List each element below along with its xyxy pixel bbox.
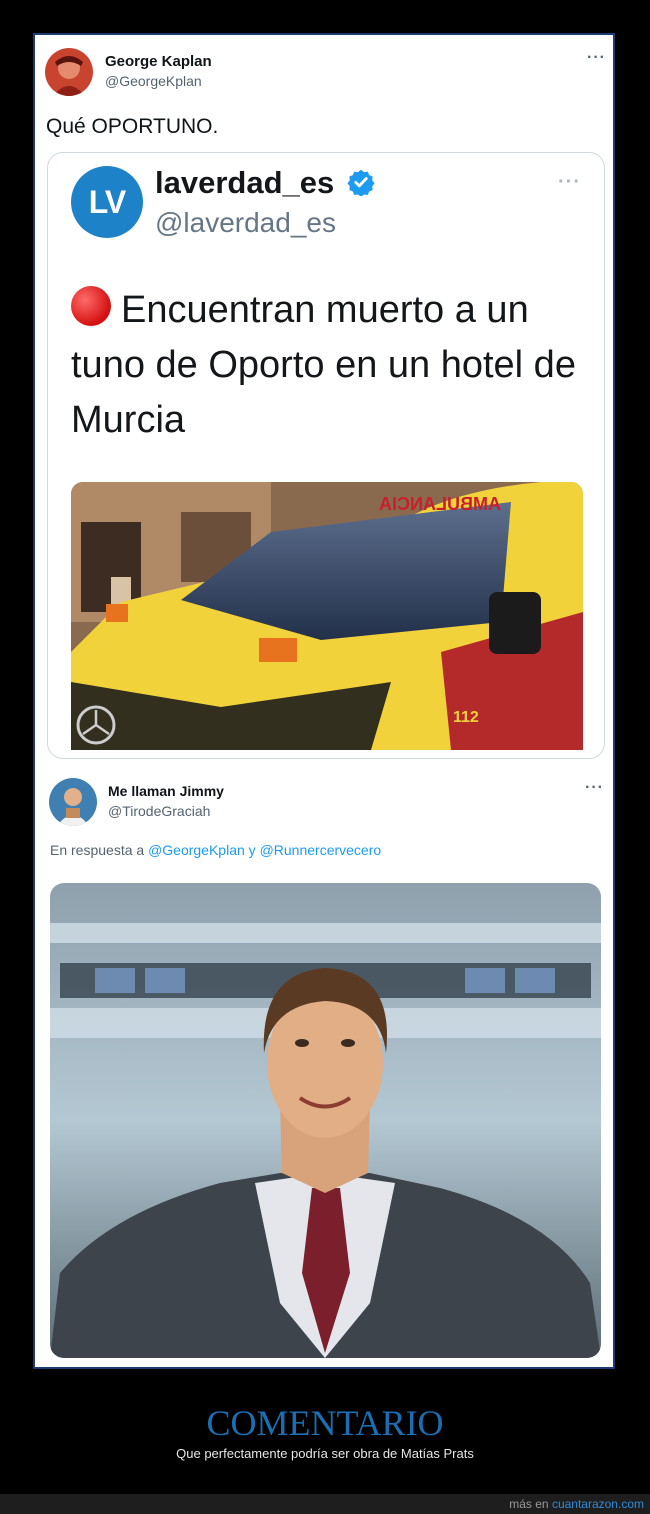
footer-text: más en cuantarazon.com — [509, 1497, 644, 1511]
quoted-more-icon[interactable]: ··· — [558, 171, 581, 194]
quoted-headline: Encuentran muerto a un tuno de Oporto en… — [71, 283, 591, 448]
reply-author-name[interactable]: Me llaman Jimmy — [108, 783, 224, 799]
footer-bar: más en cuantarazon.com — [0, 1494, 650, 1514]
ambulance-sign-text: AMBULANCIA — [379, 494, 501, 514]
george-kaplan-avatar[interactable] — [45, 48, 93, 96]
reply-to-line: En respuesta a @GeorgeKplan y @Runnercer… — [50, 842, 382, 858]
red-circle-icon — [71, 286, 111, 326]
comment-title: COMENTARIO — [206, 1403, 444, 1443]
tweet-text: Qué OPORTUNO. — [46, 115, 219, 138]
avatar-image-icon — [45, 48, 93, 96]
tweet-author-handle[interactable]: @GeorgeKplan — [105, 73, 202, 89]
quoted-author-handle[interactable]: @laverdad_es — [155, 207, 336, 239]
mention-runnercervecero[interactable]: @Runnercervecero — [260, 842, 382, 858]
ambulance-number-text: 112 — [453, 709, 479, 726]
news-anchor-photo[interactable] — [50, 883, 601, 1358]
footer-site-link[interactable]: cuantarazon.com — [552, 1497, 644, 1511]
ambulance-image-icon: AMBULANCIA 112 — [71, 482, 583, 750]
me-llaman-jimmy-avatar[interactable] — [49, 778, 97, 826]
reply-more-icon[interactable]: ··· — [585, 779, 604, 797]
quoted-tweet-card[interactable]: LV laverdad_es @laverdad_es ··· Encuentr… — [47, 152, 605, 759]
laverdad-logo[interactable]: LV — [71, 166, 143, 238]
ambulance-photo[interactable]: AMBULANCIA 112 — [71, 482, 583, 750]
quoted-author-name[interactable]: laverdad_es — [155, 165, 375, 201]
tweet-screenshot-frame: George Kaplan @GeorgeKplan ··· Qué OPORT… — [33, 33, 615, 1369]
verified-icon — [347, 169, 375, 197]
avatar-image-icon — [49, 778, 97, 826]
mention-george-kaplan[interactable]: @GeorgeKplan — [148, 842, 245, 858]
comment-text: Que perfectamente podría ser obra de Mat… — [176, 1446, 474, 1461]
tweet-author-name[interactable]: George Kaplan — [105, 53, 212, 70]
more-icon[interactable]: ··· — [587, 49, 606, 67]
reply-author-handle[interactable]: @TirodeGraciah — [108, 803, 210, 819]
news-anchor-image-icon — [50, 883, 601, 1358]
mention-conjunction: y — [248, 842, 256, 858]
